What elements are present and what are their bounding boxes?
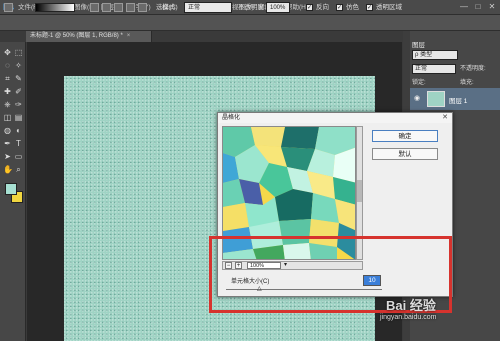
reflected-gradient-icon[interactable]	[126, 3, 135, 12]
watermark-url: jingyan.baidu.com	[380, 314, 437, 321]
eraser-icon[interactable]: ◫	[3, 113, 12, 122]
document-tab-title: 未标题-1 @ 50% (图层 1, RGB/8) *	[30, 33, 123, 39]
layer-name[interactable]: 图层 1	[449, 95, 489, 105]
tool-preset-icon[interactable]	[4, 3, 13, 12]
document-tab[interactable]: 未标题-1 @ 50% (图层 1, RGB/8) * ×	[26, 31, 152, 42]
opacity-input[interactable]: 100%	[266, 2, 290, 13]
options-bar	[0, 15, 500, 31]
layer-blend-select[interactable]: 正常	[412, 64, 456, 74]
visibility-eye-icon[interactable]: ◉	[414, 95, 422, 103]
layer-thumbnail	[427, 91, 445, 107]
hand-icon[interactable]: ✋	[3, 165, 13, 174]
mode-select[interactable]: 正常	[184, 2, 232, 13]
reverse-checkbox[interactable]: ✓	[306, 4, 313, 11]
angle-gradient-icon[interactable]	[114, 3, 123, 12]
lasso-icon[interactable]: ◌	[3, 61, 12, 70]
opacity-label: 不透明度:	[238, 4, 266, 11]
healing-icon[interactable]: ✚	[3, 87, 12, 96]
reverse-label: 反向	[316, 4, 329, 11]
layer-fill-label: 填充:	[460, 80, 474, 86]
path-select-icon[interactable]: ➤	[3, 152, 12, 161]
marquee-icon[interactable]: ⬚	[14, 48, 23, 57]
foreground-color-swatch[interactable]	[5, 183, 17, 195]
dither-checkbox[interactable]: ✓	[336, 4, 343, 11]
layers-tab[interactable]: 图层	[412, 39, 442, 49]
layer-lock-label: 锁定:	[412, 80, 426, 86]
history-brush-icon[interactable]: ✑	[14, 100, 23, 109]
close-tab-icon[interactable]: ×	[127, 33, 131, 39]
minimize-button[interactable]: —	[458, 1, 470, 12]
dither-label: 仿色	[346, 4, 359, 11]
shape-icon[interactable]: ▭	[14, 152, 23, 161]
type-icon[interactable]: T	[14, 139, 23, 148]
transparency-label: 透明区域	[376, 4, 402, 11]
window-controls: — □ ✕	[458, 1, 498, 13]
dialog-title: 晶格化	[218, 113, 452, 123]
pen-icon[interactable]: ✒	[3, 139, 12, 148]
linear-gradient-icon[interactable]	[90, 3, 99, 12]
default-button[interactable]: 默认	[372, 148, 438, 160]
radial-gradient-icon[interactable]	[102, 3, 111, 12]
dodge-icon[interactable]: ◐	[14, 126, 23, 135]
brush-icon[interactable]: ✐	[14, 87, 23, 96]
maximize-button[interactable]: □	[472, 1, 484, 12]
quick-select-icon[interactable]: ✧	[14, 61, 23, 70]
ok-button[interactable]: 确定	[372, 130, 438, 142]
move-icon[interactable]: ✥	[3, 48, 12, 57]
gradient-icon[interactable]: ▤	[14, 113, 23, 122]
stamp-icon[interactable]: ⎈	[3, 100, 12, 109]
eyedropper-icon[interactable]: ✎	[14, 74, 23, 83]
zoom-icon[interactable]: ⌕	[14, 165, 23, 174]
layers-filter-select[interactable]: ρ 类型	[412, 50, 458, 60]
transparency-checkbox[interactable]: ✓	[366, 4, 373, 11]
layer-opacity-label: 不透明度:	[460, 66, 486, 72]
gradient-preview[interactable]	[35, 3, 75, 12]
crop-icon[interactable]: ⌗	[3, 74, 12, 83]
diamond-gradient-icon[interactable]	[138, 3, 147, 12]
blur-icon[interactable]: ◍	[3, 126, 12, 135]
mode-label: 模式:	[162, 4, 177, 11]
watermark-logo: Bai 经验	[386, 298, 436, 313]
close-window-button[interactable]: ✕	[486, 1, 498, 12]
dialog-close-icon[interactable]: ✕	[440, 113, 450, 123]
scrollbar-thumb[interactable]	[357, 180, 362, 202]
